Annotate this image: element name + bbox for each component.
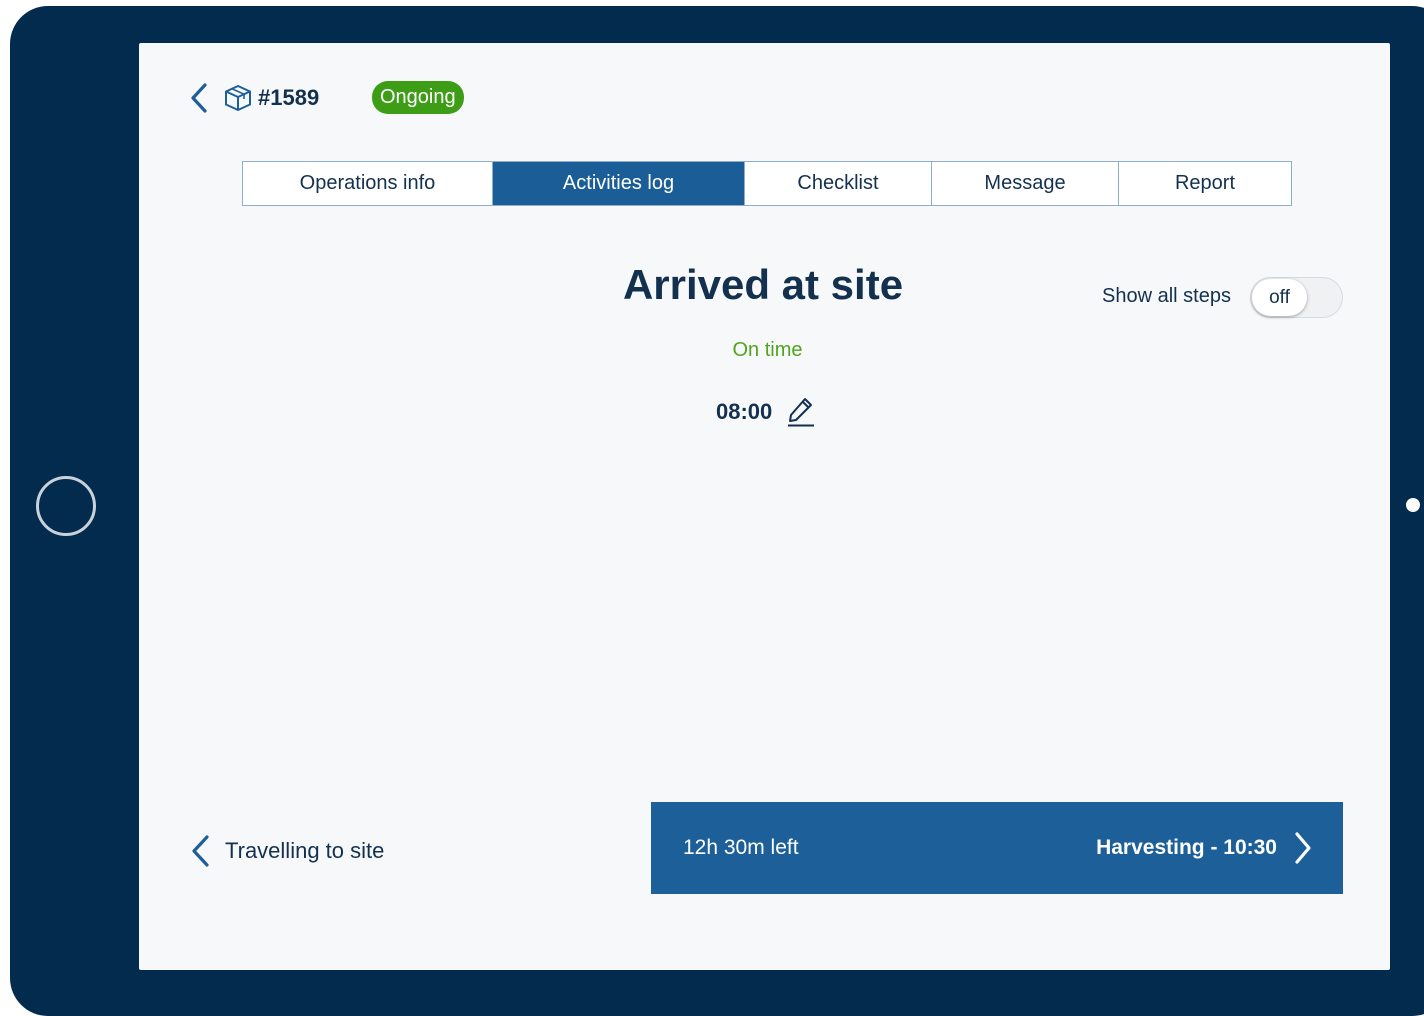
edit-time-button[interactable] (786, 396, 816, 428)
show-all-steps-label: Show all steps (1102, 285, 1231, 307)
chevron-left-icon (192, 835, 209, 867)
next-step-label: Harvesting - 10:30 (1096, 836, 1277, 859)
tab-operations-info[interactable]: Operations info (243, 162, 493, 205)
chevron-left-icon (191, 83, 207, 113)
camera-dot (1406, 498, 1420, 512)
status-badge: Ongoing (372, 81, 464, 114)
tab-message[interactable]: Message (932, 162, 1119, 205)
chevron-right-icon (1293, 831, 1313, 865)
previous-step-label: Travelling to site (225, 838, 385, 863)
next-step-button[interactable]: 12h 30m left Harvesting - 10:30 (651, 802, 1343, 894)
home-button[interactable] (36, 476, 96, 536)
step-time-row: 08:00 (716, 392, 816, 432)
step-time: 08:00 (716, 399, 773, 424)
time-left: 12h 30m left (683, 836, 799, 859)
tab-checklist[interactable]: Checklist (745, 162, 932, 205)
tab-activities-log[interactable]: Activities log (493, 162, 745, 205)
pencil-icon (788, 398, 815, 427)
tab-bar: Operations info Activities log Checklist… (242, 161, 1292, 206)
back-button[interactable] (185, 81, 213, 115)
package-box-icon (225, 85, 251, 111)
order-id: #1589 (258, 85, 320, 110)
step-status: On time (732, 339, 803, 361)
tab-report[interactable]: Report (1119, 162, 1291, 205)
show-all-steps-toggle[interactable]: off (1250, 277, 1343, 318)
previous-step-button[interactable]: Travelling to site (189, 831, 384, 871)
toggle-knob: off (1252, 279, 1307, 316)
app-screen: #1589 Ongoing Operations info Activities… (139, 43, 1390, 970)
